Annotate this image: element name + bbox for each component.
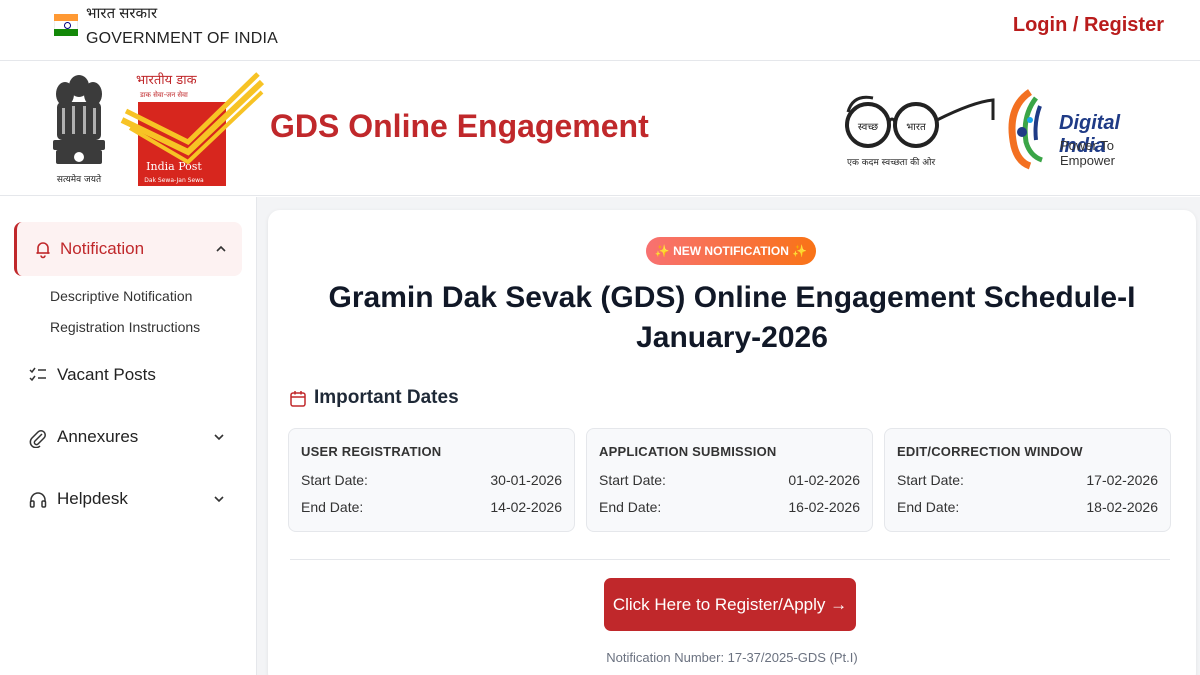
start-date-label: Start Date: <box>897 472 964 488</box>
start-date-value: 17-02-2026 <box>1086 472 1158 488</box>
digital-india-logo: Digital India Power To Empower <box>1000 86 1170 172</box>
start-date-value: 01-02-2026 <box>788 472 860 488</box>
bell-icon <box>36 242 50 259</box>
section-divider <box>290 559 1170 560</box>
ip-tagline: डाक सेवा-जन सेवा <box>139 90 188 99</box>
gov-top-bar: भारत सरकार GOVERNMENT OF INDIA Login / R… <box>0 0 1200 61</box>
sidebar: Notification Descriptive Notification Re… <box>0 197 257 675</box>
ip-hindi: भारतीय डाक <box>136 72 198 88</box>
end-date-label: End Date: <box>897 499 960 515</box>
sidebar-item-helpdesk-label: Helpdesk <box>57 489 128 508</box>
swachh-left-text: स्वच्छ <box>858 122 878 133</box>
chevron-down-icon[interactable] <box>212 430 226 444</box>
digital-india-swirl-icon <box>1008 89 1043 170</box>
paperclip-icon <box>29 430 46 448</box>
checklist-icon <box>29 367 46 382</box>
sidebar-item-annexures-label: Annexures <box>57 427 139 446</box>
swachh-caption: एक कदम स्वच्छता की ओर <box>847 156 935 168</box>
india-post-logo: भारतीय डाक डाक सेवा-जन सेवा India Post D… <box>120 72 265 186</box>
swachh-right-text: भारत <box>906 122 926 133</box>
site-header: सत्यमेव जयते भारतीय डाक डाक सेवा-जन सेवा… <box>0 62 1200 196</box>
start-date-value: 30-01-2026 <box>490 472 562 488</box>
national-emblem-icon: सत्यमेव जयते <box>53 75 105 185</box>
chevron-down-icon[interactable] <box>212 492 226 506</box>
page-title: Gramin Dak Sevak (GDS) Online Engagement… <box>308 278 1156 358</box>
page-title-line2: January-2026 <box>636 321 828 354</box>
date-card-heading: APPLICATION SUBMISSION <box>599 444 777 459</box>
date-card-user-registration: USER REGISTRATION Start Date: 30-01-2026… <box>288 428 575 532</box>
important-dates-heading: Important Dates <box>314 387 459 408</box>
date-card-application-submission: APPLICATION SUBMISSION Start Date: 01-02… <box>586 428 873 532</box>
end-date-value: 14-02-2026 <box>490 499 562 515</box>
portal-title: GDS Online Engagement <box>270 108 649 144</box>
india-flag-icon <box>54 14 78 36</box>
login-register-link[interactable]: Login / Register <box>1013 14 1164 37</box>
sidebar-item-vacant-posts-label: Vacant Posts <box>57 365 156 384</box>
register-apply-button[interactable]: Click Here to Register/Apply → <box>604 578 856 631</box>
notification-card: ✨ NEW NOTIFICATION ✨ Gramin Dak Sevak (G… <box>268 210 1196 675</box>
new-notification-badge: ✨ NEW NOTIFICATION ✨ <box>646 237 816 265</box>
date-card-heading: EDIT/CORRECTION WINDOW <box>897 444 1083 459</box>
end-date-value: 16-02-2026 <box>788 499 860 515</box>
ip-name: India Post <box>146 160 202 173</box>
ip-sub: Dak Sewa-Jan Sewa <box>144 177 204 184</box>
chevron-up-icon[interactable] <box>214 242 228 256</box>
sidebar-item-notification[interactable]: Notification <box>14 222 242 276</box>
start-date-label: Start Date: <box>599 472 666 488</box>
sidebar-subitem-registration-instructions[interactable]: Registration Instructions <box>50 319 200 335</box>
gov-english-text: GOVERNMENT OF INDIA <box>86 30 278 47</box>
calendar-icon <box>290 391 306 407</box>
gov-hindi-text: भारत सरकार <box>86 5 158 22</box>
emblem-caption: सत्यमेव जयते <box>57 173 102 185</box>
end-date-value: 18-02-2026 <box>1086 499 1158 515</box>
sidebar-item-notification-label: Notification <box>60 239 145 258</box>
swachh-bharat-logo: स्वच्छ भारत एक कदम स्वच्छता की ओर <box>845 95 995 168</box>
notification-number: Notification Number: 17-37/2025-GDS (Pt.… <box>606 650 858 665</box>
digital-india-subtitle: Power To Empower <box>1060 138 1115 168</box>
date-card-edit-correction-window: EDIT/CORRECTION WINDOW Start Date: 17-02… <box>884 428 1171 532</box>
start-date-label: Start Date: <box>301 472 368 488</box>
end-date-label: End Date: <box>301 499 364 515</box>
page-title-line1: Gramin Dak Sevak (GDS) Online Engagement… <box>328 281 1136 314</box>
end-date-label: End Date: <box>599 499 662 515</box>
headset-icon <box>29 492 47 508</box>
sidebar-subitem-descriptive-notification[interactable]: Descriptive Notification <box>50 288 192 304</box>
date-card-heading: USER REGISTRATION <box>301 444 442 459</box>
